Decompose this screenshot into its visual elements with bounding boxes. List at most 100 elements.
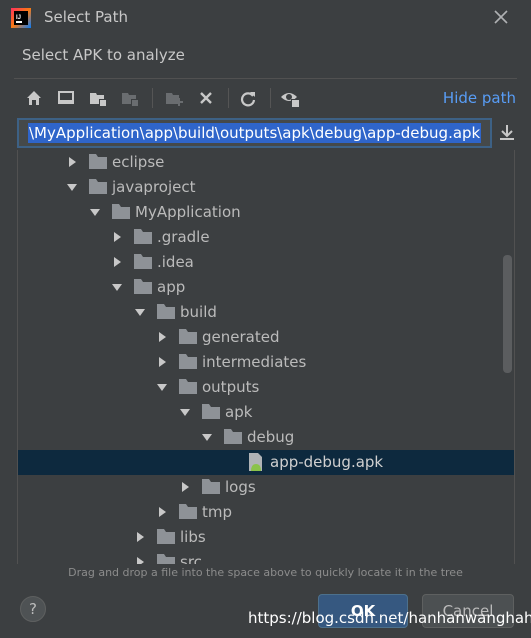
delete-icon	[200, 92, 212, 104]
toolbar-separator	[152, 88, 153, 108]
window-title: Select Path	[44, 8, 128, 26]
tree-item-label: app	[157, 278, 186, 296]
arrow-right-icon[interactable]	[135, 532, 145, 542]
tree-item-idea[interactable]: .idea	[18, 250, 514, 275]
arrow-down-icon[interactable]	[135, 307, 145, 317]
toolbar	[22, 86, 322, 110]
arrow-down-icon[interactable]	[202, 432, 212, 442]
tree-item-label: eclipse	[112, 153, 165, 171]
arrow-down-icon[interactable]	[157, 382, 167, 392]
arrow-right-icon[interactable]	[180, 482, 190, 492]
tree-scrollbar[interactable]	[503, 255, 512, 373]
home-button[interactable]	[22, 86, 46, 110]
arrow-down-icon[interactable]	[90, 207, 100, 217]
file-tree: eclipse javaproject MyApplication .gradl…	[17, 150, 515, 564]
folder-icon	[202, 479, 220, 494]
arrow-down-icon[interactable]	[112, 282, 122, 292]
tree-item-logs[interactable]: logs	[18, 475, 514, 500]
tree-item-libs[interactable]: libs	[18, 525, 514, 550]
tree-item-outputs[interactable]: outputs	[18, 375, 514, 400]
show-hidden-icon	[281, 93, 299, 107]
folder-icon	[179, 504, 197, 519]
tree-item-build[interactable]: build	[18, 300, 514, 325]
dialog-subtitle: Select APK to analyze	[22, 46, 185, 64]
module-folder-button[interactable]	[118, 86, 142, 110]
tree-item-javaproject[interactable]: javaproject	[18, 175, 514, 200]
folder-icon	[157, 304, 175, 319]
tree-item-label: .gradle	[157, 228, 210, 246]
svg-text:IJ: IJ	[16, 15, 21, 21]
arrow-right-icon[interactable]	[135, 557, 145, 564]
new-folder-button[interactable]	[162, 86, 186, 110]
toolbar-separator	[270, 88, 271, 108]
title-bar: IJ Select Path	[0, 0, 531, 36]
arrow-right-icon[interactable]	[157, 357, 167, 367]
folder-icon	[112, 204, 130, 219]
tree-item-label: src	[180, 553, 202, 564]
help-button[interactable]: ?	[20, 596, 46, 622]
tree-item-apk[interactable]: apk	[18, 400, 514, 425]
tree-item-debug[interactable]: debug	[18, 425, 514, 450]
tree-item-app-debug-apk[interactable]: app-debug.apk	[18, 450, 514, 475]
arrow-down-icon[interactable]	[67, 182, 77, 192]
tree-item-generated[interactable]: generated	[18, 325, 514, 350]
tree-item-label: intermediates	[202, 353, 307, 371]
path-input[interactable]: \MyApplication\app\build\outputs\apk\deb…	[17, 118, 492, 148]
show-hidden-button[interactable]	[278, 86, 302, 110]
path-input-value: \MyApplication\app\build\outputs\apk\deb…	[28, 123, 482, 143]
arrow-right-icon[interactable]	[112, 257, 122, 267]
tree-item-src[interactable]: src	[18, 550, 514, 564]
divider	[14, 78, 517, 79]
new-folder-icon	[166, 93, 183, 106]
close-icon[interactable]	[490, 6, 512, 28]
folder-icon	[202, 404, 220, 419]
intellij-app-icon: IJ	[11, 8, 31, 28]
refresh-icon	[240, 92, 256, 107]
tree-item-intermediates[interactable]: intermediates	[18, 350, 514, 375]
project-folder-button[interactable]	[86, 86, 110, 110]
arrow-right-icon[interactable]	[157, 332, 167, 342]
tree-item-label: debug	[247, 428, 295, 446]
arrow-right-icon[interactable]	[112, 232, 122, 242]
home-icon	[27, 91, 41, 105]
tree-item-label: MyApplication	[135, 203, 241, 221]
tree-item-label: .idea	[157, 253, 194, 271]
hide-path-link[interactable]: Hide path	[443, 89, 516, 107]
tree-item-eclipse[interactable]: eclipse	[18, 150, 514, 175]
project-folder-icon	[90, 93, 106, 106]
folder-icon	[179, 354, 197, 369]
toolbar-separator	[228, 88, 229, 108]
folder-icon	[157, 554, 175, 564]
download-icon[interactable]	[497, 123, 517, 143]
module-folder-icon	[122, 93, 138, 106]
drag-drop-hint: Drag and drop a file into the space abov…	[68, 566, 463, 579]
tree-item-label: outputs	[202, 378, 260, 396]
tree-item-gradle[interactable]: .gradle	[18, 225, 514, 250]
tree-item-label: logs	[225, 478, 256, 496]
tree-item-app[interactable]: app	[18, 275, 514, 300]
tree-item-label: build	[180, 303, 217, 321]
tree-item-label: apk	[225, 403, 253, 421]
arrow-down-icon[interactable]	[180, 407, 190, 417]
folder-icon	[224, 429, 242, 444]
folder-icon	[134, 229, 152, 244]
tree-item-label: app-debug.apk	[270, 453, 384, 471]
refresh-button[interactable]	[236, 86, 260, 110]
folder-icon	[179, 329, 197, 344]
desktop-button[interactable]	[54, 86, 78, 110]
folder-icon	[134, 279, 152, 294]
folder-icon	[89, 154, 107, 169]
desktop-icon	[58, 91, 74, 104]
delete-button[interactable]	[194, 86, 218, 110]
apk-file-icon	[249, 453, 262, 471]
folder-icon	[89, 179, 107, 194]
tree-item-tmp[interactable]: tmp	[18, 500, 514, 525]
arrow-right-icon[interactable]	[157, 507, 167, 517]
folder-icon	[179, 379, 197, 394]
tree-item-label: libs	[180, 528, 206, 546]
folder-icon	[134, 254, 152, 269]
tree-item-label: javaproject	[112, 178, 196, 196]
arrow-right-icon[interactable]	[67, 157, 77, 167]
folder-icon	[157, 529, 175, 544]
tree-item-myapplication[interactable]: MyApplication	[18, 200, 514, 225]
